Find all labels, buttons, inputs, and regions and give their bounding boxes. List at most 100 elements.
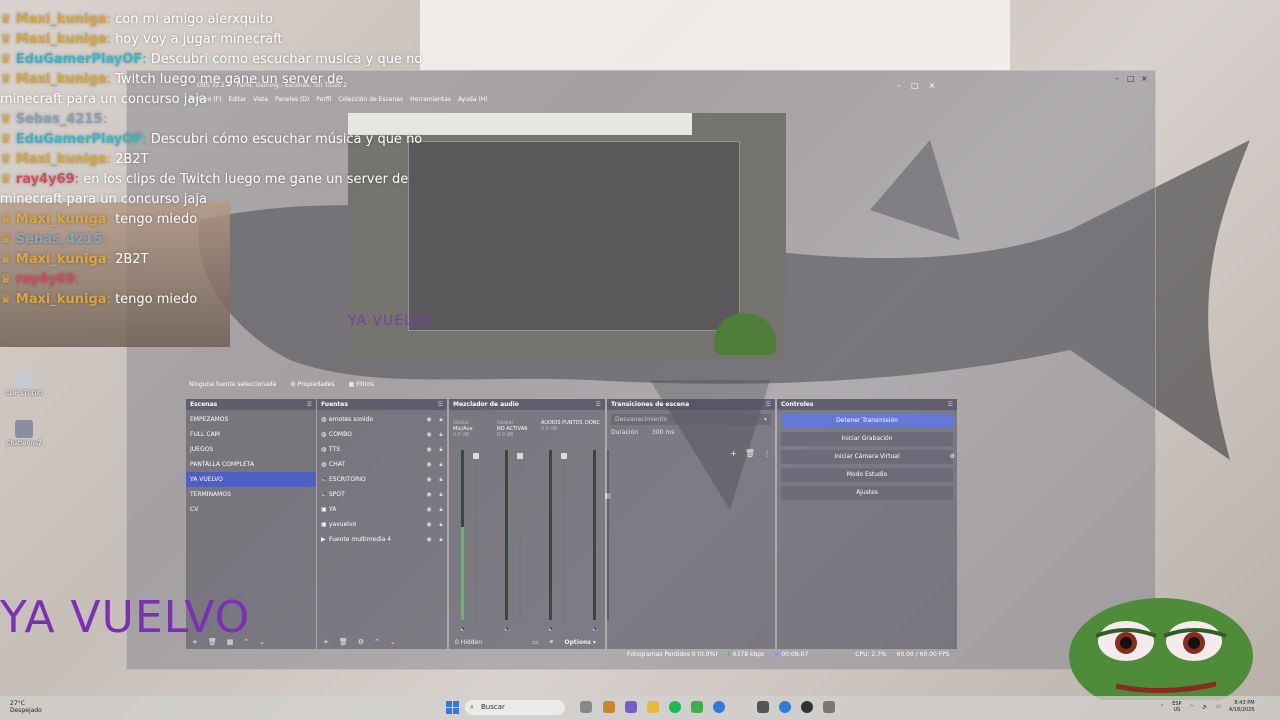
add-source-icon[interactable]: +	[323, 638, 329, 646]
source-item[interactable]: ◍ COMBO ◉ 🔒︎	[317, 427, 447, 442]
chevron-up-icon[interactable]: ⌃	[1160, 704, 1164, 710]
eye-icon[interactable]: ◉	[423, 472, 435, 487]
layout-icon[interactable]: ▭	[532, 638, 539, 646]
volume-fader[interactable]	[473, 450, 479, 620]
dock-menu-icon[interactable]: ☰	[948, 399, 953, 410]
lock-icon[interactable]: 🔒︎	[435, 517, 447, 532]
move-down-icon[interactable]: ⌄	[259, 638, 265, 646]
eye-icon[interactable]: ◉	[423, 517, 435, 532]
link-icon[interactable]: ⚭	[549, 638, 555, 646]
scene-item[interactable]: CV	[186, 502, 316, 517]
lock-icon[interactable]: 🔒︎	[435, 427, 447, 442]
minimize-icon[interactable]: –	[897, 81, 901, 90]
menu-herramientas[interactable]: Herramientas	[410, 96, 451, 106]
scene-item[interactable]: FULL CAM	[186, 427, 316, 442]
app-icon[interactable]	[625, 701, 637, 713]
app-icon[interactable]	[779, 701, 791, 713]
app-icon[interactable]	[603, 701, 615, 713]
mute-icon[interactable]: 🔈	[547, 625, 556, 633]
eye-icon[interactable]: ◉	[423, 442, 435, 457]
move-down-icon[interactable]: ⌄	[390, 638, 396, 646]
source-item[interactable]: 🔈 SPOT ◉ 🔒︎	[317, 487, 447, 502]
language-indicator[interactable]: ESP US	[1172, 701, 1181, 713]
eye-icon[interactable]: ◉	[423, 502, 435, 517]
weather-widget[interactable]: 27°C Despejado	[10, 700, 42, 714]
file-explorer-icon[interactable]	[647, 701, 659, 713]
stop-streaming-button[interactable]: Detener Transmisión	[781, 414, 953, 428]
battery-icon[interactable]: ▭	[1216, 704, 1221, 710]
eye-icon[interactable]: ◉	[423, 457, 435, 472]
fader-knob[interactable]	[473, 453, 479, 460]
close-icon[interactable]: ×	[929, 81, 936, 90]
maximize-icon[interactable]: □	[1127, 74, 1135, 83]
spotify-icon[interactable]	[669, 701, 681, 713]
transition-select[interactable]: Desvanecimiento ▾	[611, 414, 771, 425]
more-icon[interactable]: ⋮	[763, 449, 771, 458]
properties-button[interactable]: ⚙ Propiedades	[290, 381, 334, 388]
volume-icon[interactable]: 🔈	[1202, 704, 1208, 710]
mute-icon[interactable]: 🔈	[459, 625, 468, 633]
source-item[interactable]: ◍ CHAT ◉ 🔒︎	[317, 457, 447, 472]
remove-transition-icon[interactable]: 🗑	[745, 449, 755, 458]
desktop-icon-chatterino[interactable]: Chatterino7	[2, 420, 46, 447]
scene-item[interactable]: EMPEZAMOS	[186, 412, 316, 427]
wifi-icon[interactable]: ◠	[1190, 704, 1194, 710]
source-item[interactable]: ▣ yavuelvo ◉ 🔒︎	[317, 517, 447, 532]
taskbar-search[interactable]: ⌕ Buscar	[465, 700, 565, 715]
desktop-icon-clip-studio[interactable]: CLIP STUDIO	[2, 370, 46, 397]
eye-icon[interactable]: ◉	[423, 427, 435, 442]
source-item[interactable]: 🔈 ESCRITORIO ◉ 🔒︎	[317, 472, 447, 487]
dock-menu-icon[interactable]: ☰	[766, 399, 771, 410]
eye-icon[interactable]: ◉	[423, 532, 435, 547]
task-view-icon[interactable]	[580, 701, 592, 713]
edge-icon[interactable]	[713, 701, 725, 713]
studio-mode-button[interactable]: Modo Estudio	[781, 468, 953, 482]
obs-icon[interactable]	[801, 701, 813, 713]
start-recording-button[interactable]: Iniciar Grabación	[781, 432, 953, 446]
gear-icon[interactable]: ⚙	[950, 450, 955, 464]
duration-input[interactable]: 300 ms	[652, 429, 674, 436]
eye-icon[interactable]: ◉	[423, 487, 435, 502]
lock-icon[interactable]: 🔒︎	[435, 412, 447, 427]
start-virtual-cam-button[interactable]: Iniciar Cámara Virtual ⚙	[781, 450, 955, 464]
scene-item[interactable]: JUEGOS	[186, 442, 316, 457]
lock-icon[interactable]: 🔒︎	[435, 487, 447, 502]
lock-icon[interactable]: 🔒︎	[435, 502, 447, 517]
remove-source-icon[interactable]: 🗑	[339, 638, 348, 646]
source-settings-icon[interactable]: ⚙	[358, 638, 364, 646]
app-icon[interactable]	[757, 701, 769, 713]
dock-menu-icon[interactable]: ☰	[596, 399, 601, 410]
mute-icon[interactable]: 🔈	[503, 625, 512, 633]
maximize-icon[interactable]: □	[911, 81, 919, 90]
scene-item[interactable]: TERMINAMOS	[186, 487, 316, 502]
preview-canvas[interactable]: YA VUELVO	[348, 113, 786, 359]
close-icon[interactable]: ×	[1141, 74, 1148, 83]
app-icon[interactable]	[691, 701, 703, 713]
lock-icon[interactable]: 🔒︎	[435, 472, 447, 487]
mute-icon[interactable]: 🔈	[591, 625, 600, 633]
eye-icon[interactable]: ◉	[423, 412, 435, 427]
windows-start-icon[interactable]	[446, 701, 459, 714]
scene-item[interactable]: PANTALLA COMPLETA	[186, 457, 316, 472]
source-item[interactable]: ▣ YA ◉ 🔒︎	[317, 502, 447, 517]
scene-item[interactable]: YA VUELVO	[186, 472, 316, 487]
dock-menu-icon[interactable]: ☰	[438, 399, 443, 410]
source-item[interactable]: ◍ TTS ◉ 🔒︎	[317, 442, 447, 457]
lock-icon[interactable]: 🔒︎	[435, 442, 447, 457]
volume-fader[interactable]	[561, 450, 567, 620]
settings-button[interactable]: Ajustes	[781, 486, 953, 500]
minimize-icon[interactable]: –	[1115, 74, 1119, 83]
dock-menu-icon[interactable]: ☰	[307, 399, 312, 410]
options-button[interactable]: Options ▾	[565, 639, 596, 646]
source-item[interactable]: ◍ emotes sonido ◉ 🔒︎	[317, 412, 447, 427]
app-icon[interactable]	[823, 701, 835, 713]
volume-fader[interactable]	[517, 450, 523, 620]
fader-knob[interactable]	[517, 453, 523, 460]
add-transition-icon[interactable]: +	[730, 449, 737, 458]
filters-button[interactable]: ▦ Filtros	[349, 381, 374, 388]
fader-knob[interactable]	[561, 453, 567, 460]
menu-ayuda[interactable]: Ayuda (H)	[458, 96, 488, 106]
source-item[interactable]: ▶ Fuente multimedia 4 ◉ 🔒︎	[317, 532, 447, 547]
move-up-icon[interactable]: ⌃	[374, 638, 380, 646]
lock-icon[interactable]: 🔒︎	[435, 532, 447, 547]
